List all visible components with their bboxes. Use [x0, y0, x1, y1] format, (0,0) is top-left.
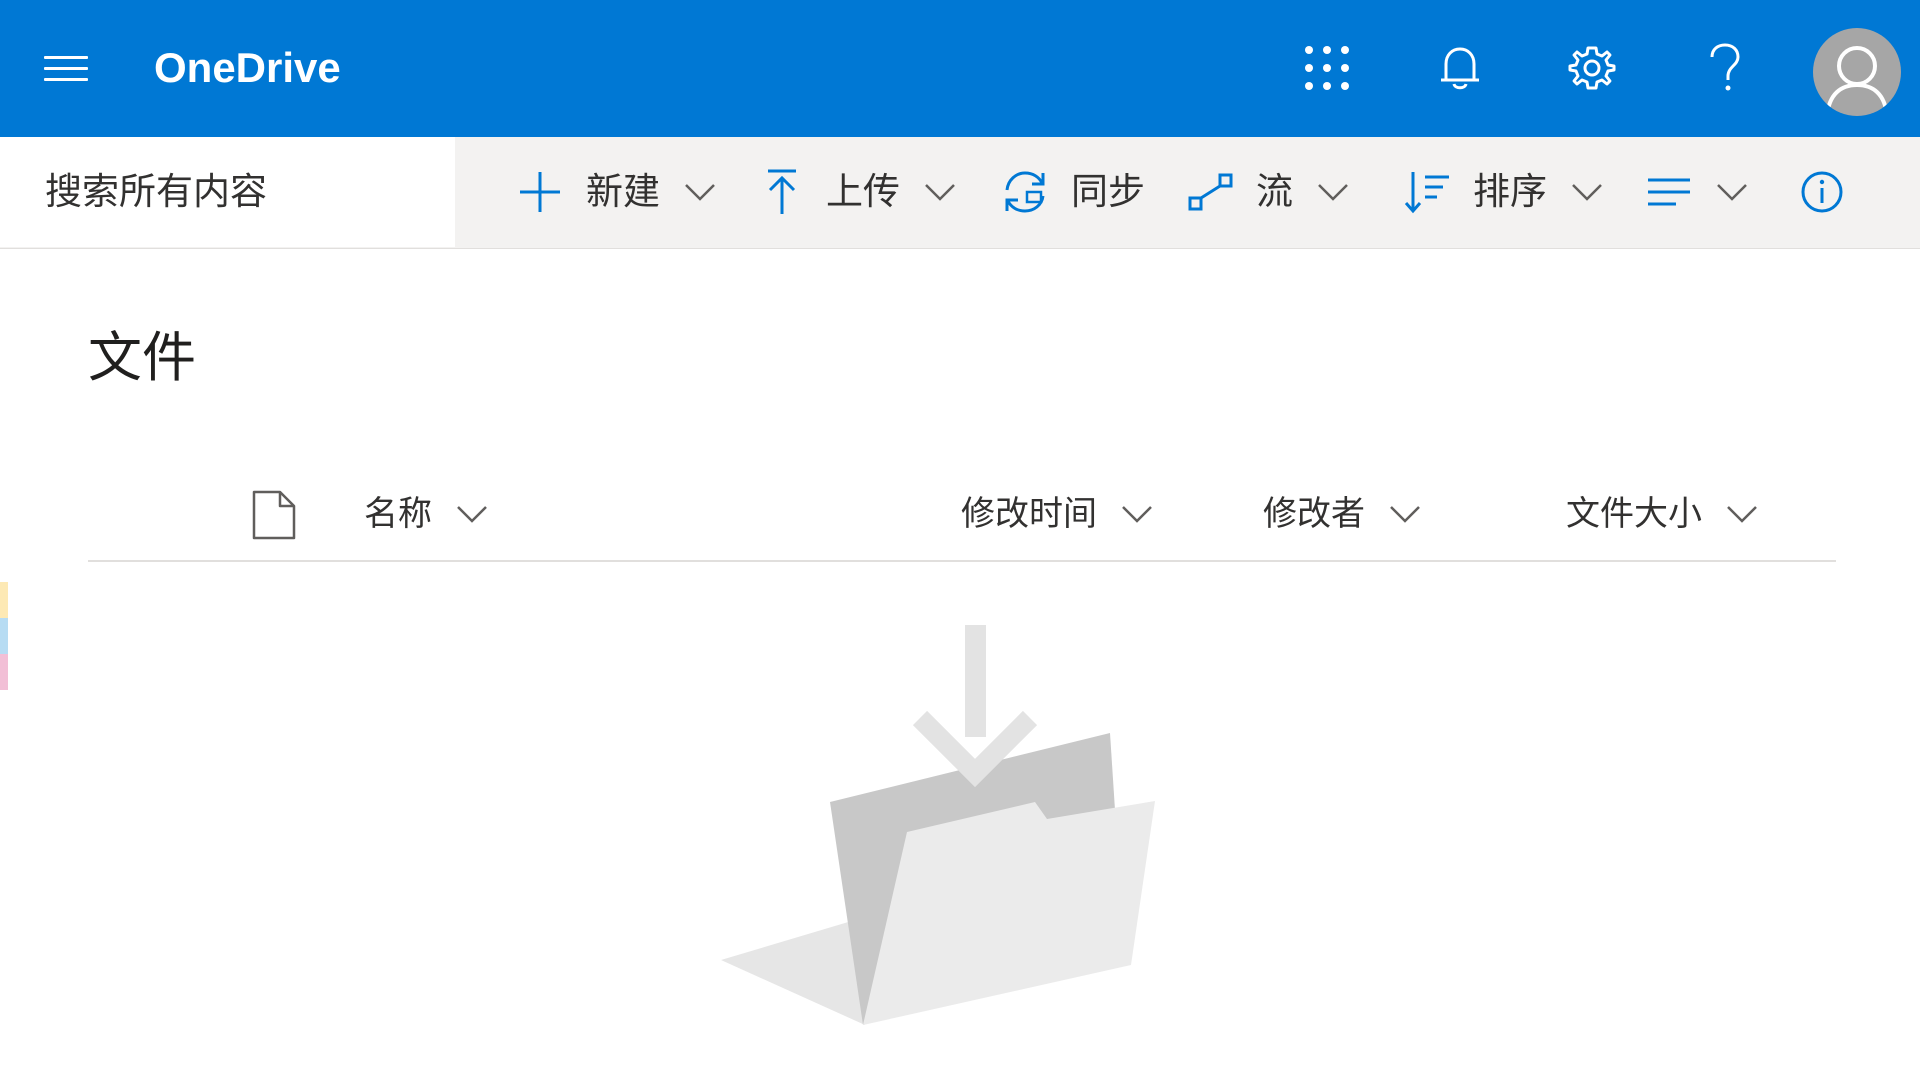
- info-icon: [1801, 171, 1843, 213]
- chevron-down-icon: [1727, 506, 1757, 523]
- chevron-down-icon: [457, 506, 487, 523]
- view-list-icon: [1648, 178, 1690, 206]
- info-button[interactable]: [1800, 137, 1844, 247]
- sync-icon: [1005, 171, 1045, 213]
- app-launcher-icon[interactable]: [1297, 38, 1357, 98]
- sync-label: 同步: [1071, 170, 1145, 213]
- sort-button[interactable]: 排序: [1403, 137, 1603, 247]
- file-type-icon[interactable]: [252, 490, 296, 540]
- column-header-modified[interactable]: 修改时间: [961, 484, 1153, 544]
- chevron-down-icon: [925, 184, 955, 201]
- empty-folder-illustration: [721, 625, 1155, 1025]
- upload-button[interactable]: 上传: [764, 137, 956, 247]
- gear-icon[interactable]: [1562, 38, 1622, 98]
- search-placeholder: 搜索所有内容: [45, 170, 267, 213]
- bell-icon[interactable]: [1430, 38, 1490, 98]
- app-title[interactable]: OneDrive: [154, 40, 341, 96]
- sync-button[interactable]: 同步: [1001, 137, 1145, 247]
- suite-header: OneDrive: [0, 0, 1920, 137]
- edge-strip-blue: [0, 618, 8, 654]
- edge-strip-yellow: [0, 582, 8, 618]
- avatar[interactable]: [1813, 28, 1901, 116]
- new-button[interactable]: 新建: [518, 137, 716, 247]
- view-options-button[interactable]: [1646, 137, 1748, 247]
- upload-label: 上传: [826, 170, 900, 213]
- help-icon[interactable]: [1695, 38, 1755, 98]
- chevron-down-icon: [685, 184, 715, 201]
- column-header-divider: [88, 560, 1836, 562]
- column-modified-by-label: 修改者: [1263, 494, 1365, 534]
- page-title: 文件: [88, 326, 196, 389]
- column-name-label: 名称: [364, 494, 432, 534]
- chevron-down-icon: [1390, 506, 1420, 523]
- flow-icon: [1188, 173, 1233, 211]
- edge-strip-pink: [0, 654, 8, 690]
- chevron-down-icon: [1717, 184, 1747, 201]
- column-header-modified-by[interactable]: 修改者: [1263, 484, 1421, 544]
- column-header-name[interactable]: 名称: [364, 484, 488, 544]
- search-input[interactable]: 搜索所有内容: [0, 137, 455, 247]
- new-label: 新建: [586, 170, 660, 213]
- navigation-menu-button[interactable]: [40, 50, 92, 86]
- upload-arrow-icon: [768, 169, 796, 214]
- flow-button[interactable]: 流: [1188, 137, 1349, 247]
- command-bar: 搜索所有内容 新建 上传 同步 流 排序: [0, 137, 1920, 249]
- column-header-size[interactable]: 文件大小: [1566, 484, 1758, 544]
- chevron-down-icon: [1318, 184, 1348, 201]
- column-size-label: 文件大小: [1566, 494, 1702, 534]
- chevron-down-icon: [1122, 506, 1152, 523]
- sort-icon: [1404, 172, 1449, 214]
- sort-label: 排序: [1473, 170, 1547, 213]
- chevron-down-icon: [1572, 184, 1602, 201]
- column-modified-label: 修改时间: [961, 494, 1097, 534]
- plus-icon: [520, 172, 560, 212]
- flow-label: 流: [1256, 170, 1293, 213]
